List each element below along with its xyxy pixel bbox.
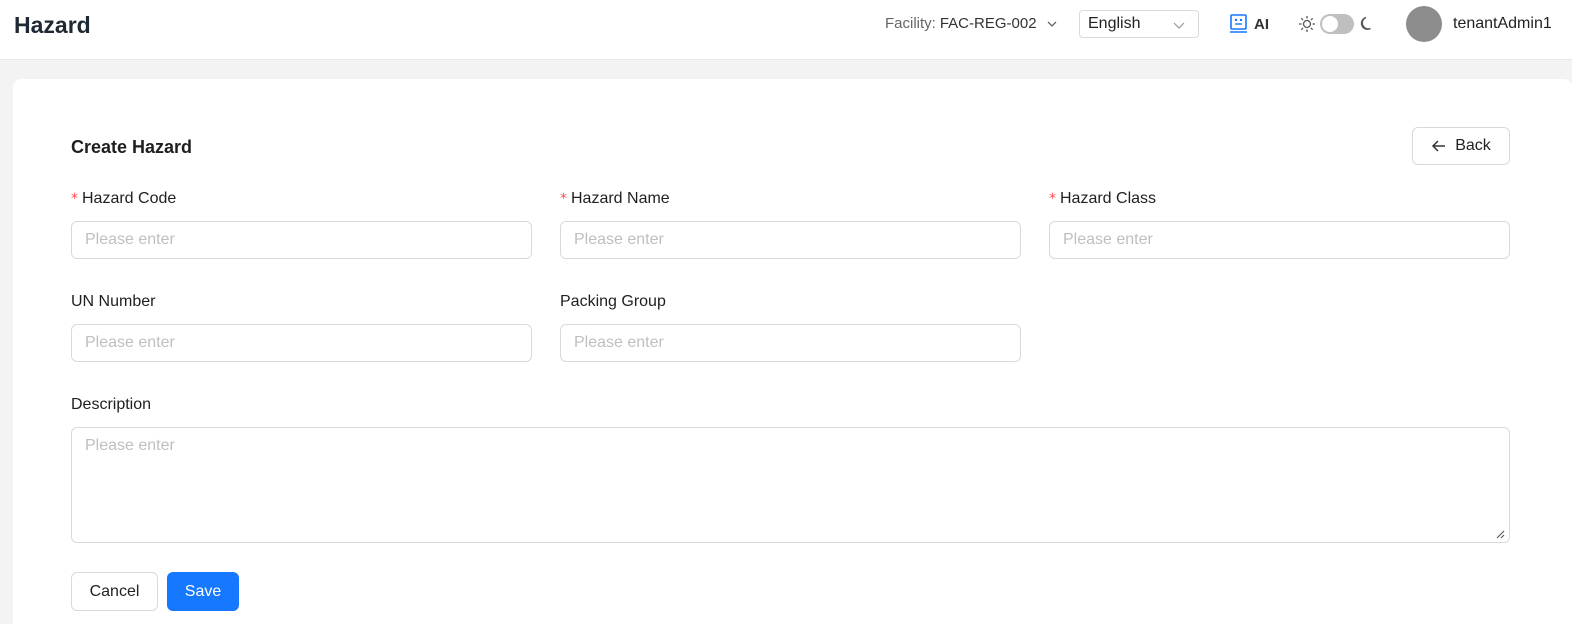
hazard-code-input[interactable]	[71, 221, 532, 259]
hazard-name-label: * Hazard Name	[560, 190, 670, 208]
avatar[interactable]	[1406, 6, 1442, 42]
form-card: Create Hazard Back *Hazard Code *Hazard …	[13, 79, 1572, 624]
robot-icon	[1230, 14, 1247, 33]
required-mark: *	[1049, 191, 1056, 207]
packing-group-label: Packing Group	[560, 293, 666, 310]
hazard-name-input[interactable]	[560, 221, 1021, 259]
required-mark: *	[71, 191, 78, 207]
un-number-input[interactable]	[71, 324, 532, 362]
top-bar: Hazard Facility: FAC-REG-002 English AI	[0, 0, 1572, 60]
language-value: English	[1088, 15, 1141, 32]
hazard-name-label-text: Hazard Name	[571, 190, 670, 207]
username[interactable]: tenantAdmin1	[1453, 15, 1552, 33]
hazard-class-label-text: Hazard Class	[1060, 190, 1157, 207]
facility-value: FAC-REG-002	[939, 15, 1037, 32]
hazard-code-label-text: Hazard Code	[82, 190, 177, 207]
hazard-class-input[interactable]	[1049, 221, 1510, 259]
theme-switcher	[1298, 14, 1376, 34]
un-number-label: UN Number	[71, 293, 156, 310]
toggle-knob	[1322, 16, 1338, 32]
cancel-button[interactable]: Cancel	[71, 572, 158, 611]
hazard-class-label: * Hazard Class	[1049, 190, 1156, 208]
back-label: Back	[1455, 137, 1491, 154]
description-label: Description	[71, 396, 152, 413]
facility-label: Facility:	[885, 15, 936, 32]
form-title: Create Hazard	[71, 137, 193, 157]
ai-label: AI	[1254, 15, 1269, 33]
page-title: Hazard	[14, 12, 91, 38]
facility-selector[interactable]: Facility: FAC-REG-002	[885, 15, 1058, 32]
chevron-down-icon	[1173, 22, 1185, 29]
language-select[interactable]: English	[1079, 10, 1199, 38]
required-mark: *	[560, 191, 567, 207]
back-button[interactable]: Back	[1412, 127, 1510, 165]
ai-assistant-button[interactable]: AI	[1229, 12, 1269, 36]
chevron-down-icon	[1047, 21, 1057, 27]
arrow-left-icon	[1432, 140, 1446, 152]
theme-toggle[interactable]	[1320, 14, 1354, 34]
packing-group-input[interactable]	[560, 324, 1021, 362]
sun-icon	[1298, 15, 1316, 33]
save-button[interactable]: Save	[167, 572, 239, 611]
resize-handle-icon[interactable]	[1495, 529, 1505, 539]
hazard-code-label: * Hazard Code	[71, 190, 176, 208]
description-textarea[interactable]	[71, 427, 1510, 543]
moon-icon	[1360, 16, 1371, 30]
